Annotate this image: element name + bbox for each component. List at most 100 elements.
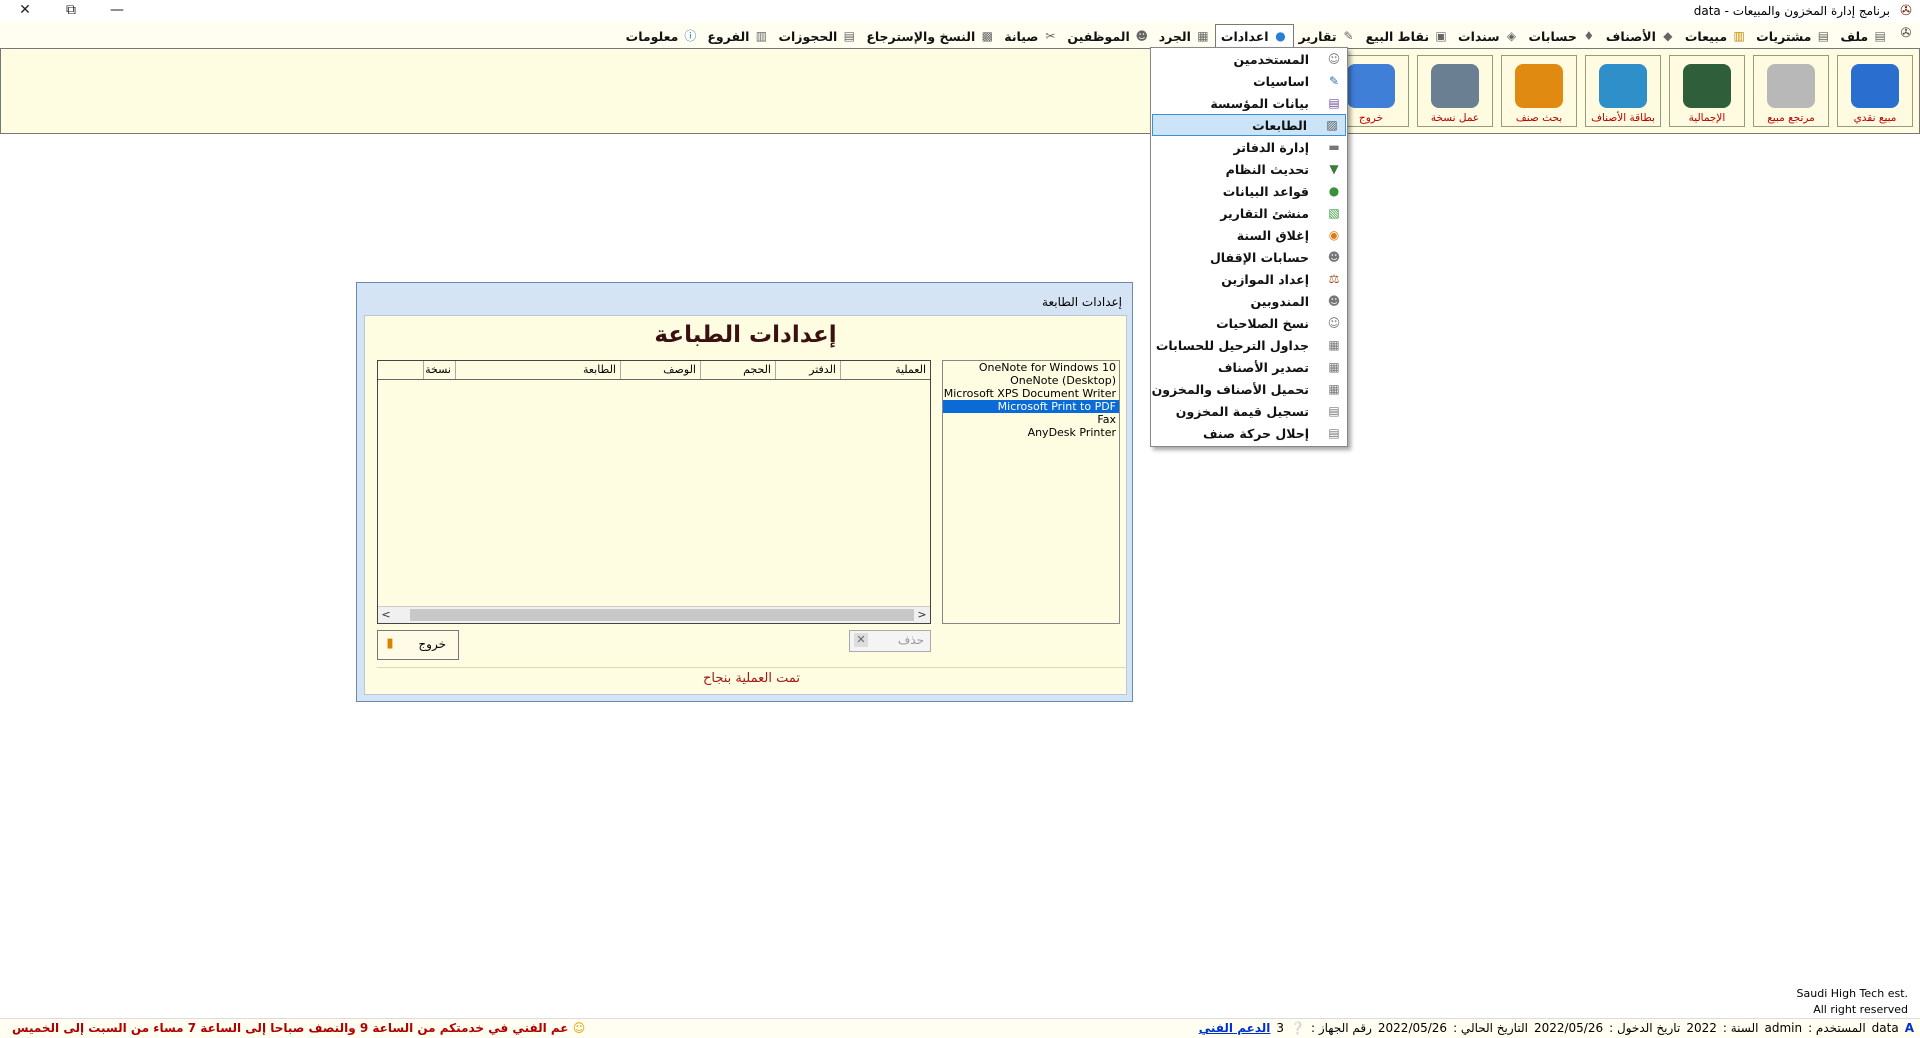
menu-info[interactable]: ⓘ معلومات bbox=[621, 25, 703, 47]
grid-column-header[interactable]: العملية bbox=[840, 361, 930, 379]
printer-list-item[interactable]: Microsoft Print to PDF bbox=[943, 400, 1119, 413]
grid-column-header[interactable]: الدفتر bbox=[775, 361, 840, 379]
closing-accounts-icon: ☻ bbox=[1327, 250, 1341, 264]
toolbar-totals-button[interactable]: الإجمالية bbox=[1669, 55, 1745, 127]
menu-reservations[interactable]: ▤ الحجوزات bbox=[773, 25, 861, 47]
menu-items[interactable]: ◆ الأصناف bbox=[1601, 25, 1680, 47]
menu-sales[interactable]: ▥ مبيعات bbox=[1680, 25, 1751, 47]
settings-menu-printer[interactable]: ▨ الطابعات bbox=[1152, 114, 1346, 136]
menu-label: صيانة bbox=[1004, 28, 1039, 44]
menu-label: النسخ والإسترجاع bbox=[866, 28, 976, 44]
restore-button[interactable]: ⧉ bbox=[51, 0, 91, 22]
exit-button[interactable]: خروج ▮ bbox=[377, 630, 459, 660]
grid-column-header[interactable]: الطابعة bbox=[455, 361, 620, 379]
horizontal-scrollbar[interactable]: < > bbox=[378, 606, 930, 623]
settings-menu-basics[interactable]: ✎ اساسيات bbox=[1151, 70, 1347, 92]
menu-label: نقاط البيع bbox=[1365, 28, 1430, 44]
settings-menu-users[interactable]: ☺ المستخدمين bbox=[1151, 48, 1347, 70]
settings-menu-load-items[interactable]: ▦ تحميل الأصناف والمخزون bbox=[1151, 378, 1347, 400]
settings-menu-books[interactable]: ▬ إدارة الدفاتر bbox=[1151, 136, 1347, 158]
toolbar-search-item-button[interactable]: بحث صنف bbox=[1501, 55, 1577, 127]
toolbar-backup-button[interactable]: عمل نسخة bbox=[1417, 55, 1493, 127]
menu-vouchers[interactable]: ◈ سندات bbox=[1453, 25, 1523, 47]
toolbar-item-card-button[interactable]: بطاقة الأصناف bbox=[1585, 55, 1661, 127]
settings-menu-update[interactable]: ▼ تحديث النظام bbox=[1151, 158, 1347, 180]
menu-branches[interactable]: ▥ الفروع bbox=[702, 25, 773, 47]
grid-column-header[interactable]: الحجم bbox=[700, 361, 775, 379]
grid-column-header[interactable]: نسخة bbox=[423, 361, 455, 379]
menu-label: الجرد bbox=[1158, 28, 1191, 44]
settings-menu-label: نسخ الصلاحيات bbox=[1216, 315, 1309, 331]
menu-backup[interactable]: ▩ النسخ والإسترجاع bbox=[861, 25, 999, 47]
backup-clock-icon bbox=[1431, 64, 1479, 108]
settings-menu-scales[interactable]: ⚖ إعداد الموازين bbox=[1151, 268, 1347, 290]
menu-accounts[interactable]: ♦ حسابات bbox=[1524, 25, 1601, 47]
user-label: المستخدم : bbox=[1808, 1021, 1866, 1035]
settings-menu-database[interactable]: ● قواعد البيانات bbox=[1151, 180, 1347, 202]
menu-file[interactable]: ▤ ملف bbox=[1835, 25, 1892, 47]
grid-column-header[interactable]: الوصف bbox=[620, 361, 700, 379]
menu-employees[interactable]: ☻ الموظفين bbox=[1062, 25, 1153, 47]
year-label: السنة : bbox=[1722, 1021, 1759, 1035]
scroll-left-icon[interactable]: < bbox=[378, 607, 394, 623]
menu-label: الحجوزات bbox=[778, 28, 838, 44]
settings-menu-stock-value[interactable]: ▤ تسجيل قيمة المخزون bbox=[1151, 400, 1347, 422]
printer-assignments-grid[interactable]: العملية الدفتر الحجم الوصف الطابعة نسخة < > bbox=[377, 360, 931, 624]
settings-menu-label: جداول الترحيل للحسابات bbox=[1155, 337, 1309, 353]
users-icon: ☺ bbox=[1327, 52, 1341, 66]
export-items-icon: ▦ bbox=[1328, 360, 1340, 374]
settings-menu-report-builder[interactable]: ▧ منشئ التقارير bbox=[1151, 202, 1347, 224]
printer-list-item[interactable]: Fax bbox=[943, 413, 1119, 426]
menu-label: اعدادات bbox=[1220, 28, 1269, 44]
books-icon: ▬ bbox=[1328, 140, 1340, 154]
printer-list-item[interactable]: Microsoft XPS Document Writer bbox=[943, 387, 1119, 400]
printer-list-item[interactable]: OneNote for Windows 10 bbox=[943, 361, 1119, 374]
login-date-value: 2022/05/26 bbox=[1533, 1021, 1604, 1035]
company-name: Saudi High Tech est. bbox=[1796, 987, 1908, 1000]
toolbar-label: عمل نسخة bbox=[1430, 112, 1480, 124]
close-button[interactable]: ✕ bbox=[5, 0, 45, 22]
minimize-button[interactable]: — bbox=[97, 0, 137, 22]
settings-menu-closing-accounts[interactable]: ☻ حسابات الإقفال bbox=[1151, 246, 1347, 268]
settings-menu-copy-permissions[interactable]: ☺ نسخ الصلاحيات bbox=[1151, 312, 1347, 334]
toolbar-sale-return-button[interactable]: مرتجع مبيع bbox=[1753, 55, 1829, 127]
grid-header: العملية الدفتر الحجم الوصف الطابعة نسخة bbox=[378, 361, 930, 380]
menu-purchases[interactable]: ▤ مشتريات bbox=[1751, 25, 1835, 47]
menu-label: معلومات bbox=[625, 28, 679, 44]
update-icon: ▼ bbox=[1329, 162, 1339, 176]
menu-maintenance[interactable]: ✂ صيانة bbox=[999, 25, 1062, 47]
menu-logo-icon: ✇ bbox=[1900, 26, 1912, 41]
accounts-icon: ♦ bbox=[1583, 29, 1595, 43]
scroll-right-icon[interactable]: > bbox=[914, 607, 930, 623]
support-link[interactable]: الدعم الفني bbox=[1199, 1021, 1271, 1035]
device-icon: ❔ bbox=[1290, 1021, 1305, 1035]
status-info: A data المستخدم : admin السنة : 2022 تار… bbox=[1199, 1021, 1914, 1035]
settings-menu-company-data[interactable]: ▤ بيانات المؤسسة bbox=[1151, 92, 1347, 114]
settings-menu-item-movement[interactable]: ▤ إحلال حركة صنف bbox=[1151, 422, 1347, 444]
toolbar-label: بحث صنف bbox=[1515, 112, 1563, 124]
dialog-status: تمت العملية بنجاح bbox=[377, 667, 1126, 690]
printer-list-item[interactable]: AnyDesk Printer bbox=[943, 426, 1119, 439]
menu-bar: ✇ ▤ ملف ▤ مشتريات ▥ مبيعات ◆ الأصناف ♦ حسابات ◈ سند… bbox=[0, 22, 1920, 48]
printers-list[interactable]: OneNote for Windows 10 OneNote (Desktop) M… bbox=[942, 360, 1120, 624]
menu-pos[interactable]: ▣ نقاط البيع bbox=[1361, 25, 1453, 47]
menu-reports[interactable]: ✎ تقارير bbox=[1294, 25, 1361, 47]
delete-button[interactable]: حذف ✕ bbox=[849, 630, 931, 652]
settings-dropdown: ☺ المستخدمين ✎ اساسيات ▤ بيانات المؤسسة ▨ الطاب… bbox=[1150, 47, 1348, 447]
settings-menu-agents[interactable]: ☻ المندوبين bbox=[1151, 290, 1347, 312]
settings-menu-close-year[interactable]: ◉ إغلاق السنة bbox=[1151, 224, 1347, 246]
menu-settings[interactable]: ● اعدادات bbox=[1214, 24, 1294, 47]
stock-value-icon: ▤ bbox=[1328, 404, 1340, 418]
support-message-text: عم الفني في خدمتكم من الساعة 9 والنصف صب… bbox=[12, 1021, 569, 1035]
menu-inventory[interactable]: ▦ الجرد bbox=[1154, 25, 1215, 47]
toolbar-label: الإجمالية bbox=[1688, 112, 1726, 124]
toolbar-label: مرتجع مبيع bbox=[1767, 112, 1815, 124]
settings-menu-posting-tables[interactable]: ▦ جداول الترحيل للحسابات bbox=[1151, 334, 1347, 356]
inventory-icon: ▦ bbox=[1197, 29, 1209, 43]
scroll-thumb[interactable] bbox=[410, 609, 914, 621]
device-value: 3 bbox=[1276, 1021, 1285, 1035]
settings-menu-export-items[interactable]: ▦ تصدير الأصناف bbox=[1151, 356, 1347, 378]
printer-list-item[interactable]: OneNote (Desktop) bbox=[943, 374, 1119, 387]
app-logo-icon: ✇ bbox=[1900, 3, 1912, 19]
toolbar-cash-sale-button[interactable]: مبيع نقدي bbox=[1837, 55, 1913, 127]
